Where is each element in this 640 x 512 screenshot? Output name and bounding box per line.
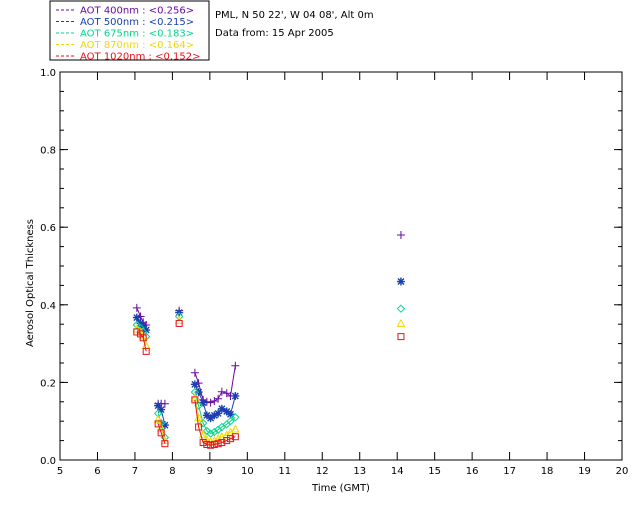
- x-tick-label: 19: [578, 466, 591, 477]
- data-point: [231, 424, 240, 433]
- y-tick-label: 1.0: [40, 68, 56, 79]
- data-point: [231, 361, 240, 370]
- x-tick-label: 17: [503, 466, 516, 477]
- data-point: [396, 304, 406, 313]
- legend-entry: AOT 675nm : <0.183>: [80, 29, 194, 40]
- x-axis-label: Time (GMT): [311, 483, 370, 494]
- data-point: [397, 333, 405, 341]
- x-tick-label: 11: [278, 466, 291, 477]
- legend-entry: AOT 1020nm : <0.152>: [80, 52, 200, 63]
- x-tick-label: 20: [616, 466, 629, 477]
- data-point: [132, 303, 141, 312]
- data-point: [396, 277, 405, 286]
- y-tick-label: 0.0: [40, 456, 56, 467]
- aot-chart: AOT 400nm : <0.256>AOT 500nm : <0.215>AO…: [25, 0, 628, 494]
- x-tick-label: 6: [94, 466, 100, 477]
- data-point: [190, 368, 199, 377]
- x-tick-label: 8: [169, 466, 175, 477]
- series-aot-1020nm: [133, 319, 405, 449]
- legend-entry: AOT 500nm : <0.215>: [80, 17, 194, 28]
- data-point: [199, 398, 208, 407]
- data-point: [396, 230, 405, 239]
- legend-entry: AOT 870nm : <0.164>: [80, 40, 194, 51]
- series-aot-675nm: [132, 304, 406, 442]
- data-point: [132, 313, 141, 322]
- x-tick-label: 10: [241, 466, 254, 477]
- series-aot-870nm: [132, 315, 406, 445]
- x-tick-label: 16: [466, 466, 479, 477]
- data-point: [160, 399, 169, 408]
- data-point: [231, 391, 240, 400]
- series-aot-400nm: [132, 230, 405, 408]
- x-tick-label: 5: [57, 466, 63, 477]
- date-info: Data from: 15 Apr 2005: [215, 28, 334, 39]
- x-tick-label: 15: [428, 466, 441, 477]
- x-tick-label: 18: [541, 466, 554, 477]
- data-point: [206, 398, 215, 407]
- x-tick-label: 12: [316, 466, 329, 477]
- data-point: [190, 380, 199, 389]
- data-point: [396, 318, 406, 327]
- x-tick-label: 7: [132, 466, 138, 477]
- y-tick-label: 0.4: [40, 301, 56, 312]
- y-tick-label: 0.8: [40, 146, 56, 157]
- y-tick-label: 0.2: [40, 378, 56, 389]
- axes: 5 6 7 8 9 10 11 12 13 14 15 16 17 18 19 20 0.0 0.2 0.4 0.6 0…: [40, 68, 628, 477]
- site-info: PML, N 50 22', W 04 08', Alt 0m: [215, 10, 374, 21]
- x-tick-label: 13: [353, 466, 366, 477]
- series-layer: [132, 230, 406, 449]
- data-point: [217, 387, 226, 396]
- x-tick-label: 14: [391, 466, 404, 477]
- plot-frame: [59, 71, 623, 461]
- y-axis-label: Aerosol Optical Thickness: [25, 219, 36, 347]
- y-tick-label: 0.6: [40, 223, 56, 234]
- x-tick-label: 9: [207, 466, 213, 477]
- legend-entry: AOT 400nm : <0.256>: [80, 6, 194, 17]
- series-aot-500nm: [132, 277, 405, 430]
